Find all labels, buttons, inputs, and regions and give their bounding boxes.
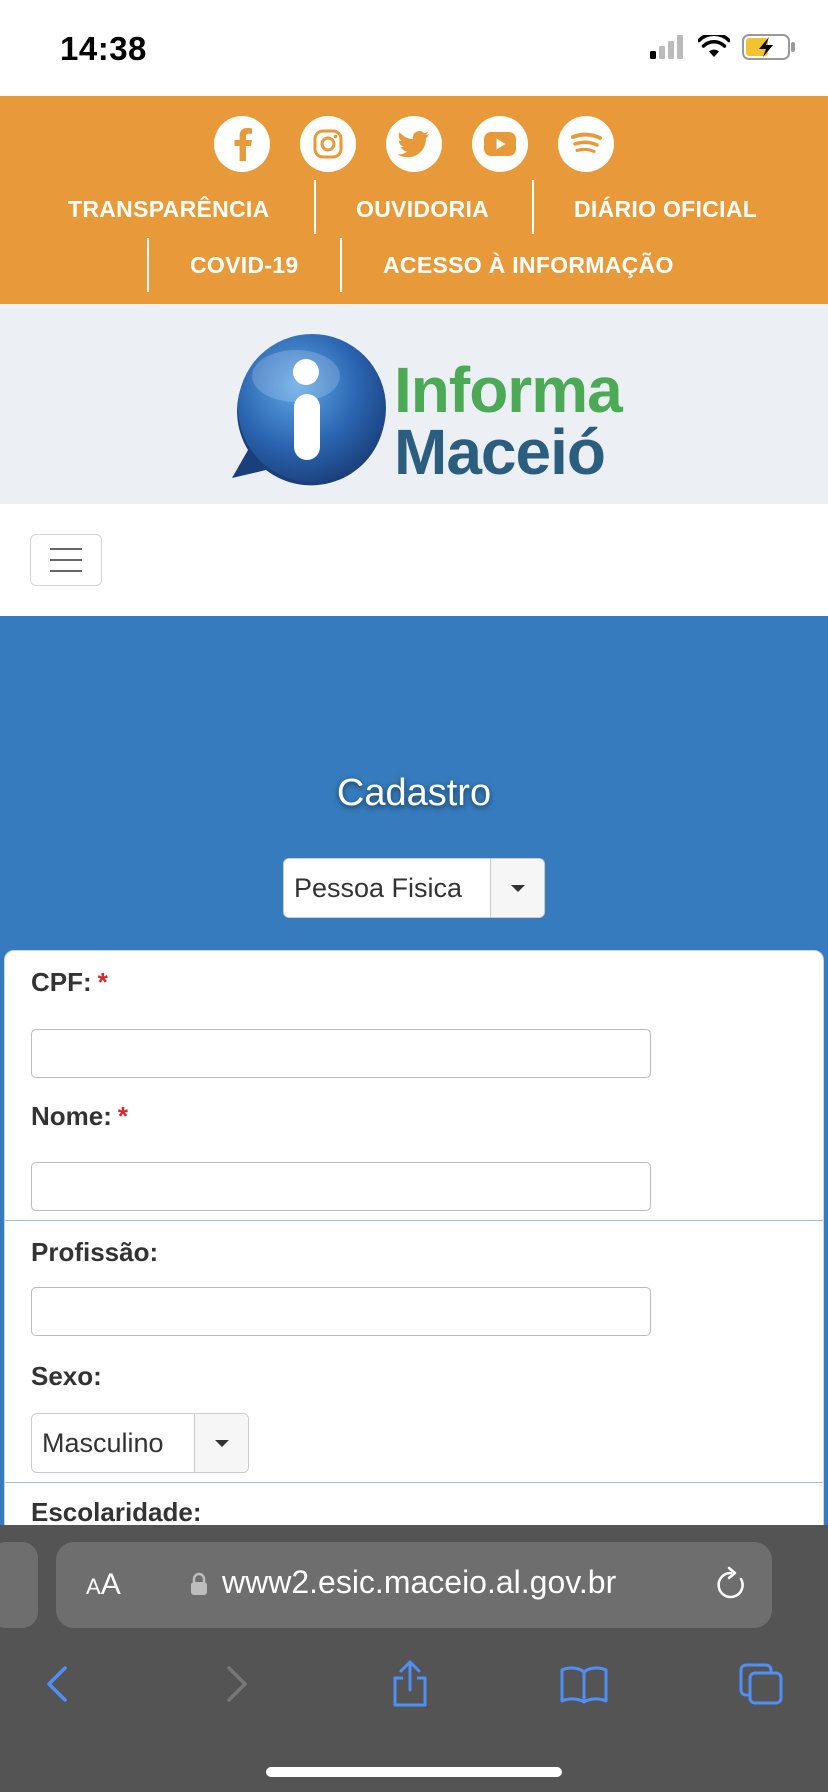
nav-divider [314,180,316,234]
tabs-icon [739,1663,783,1705]
spotify-link[interactable] [558,116,614,172]
section-divider [5,1482,823,1483]
facebook-icon [234,128,252,161]
nome-label: Nome: * [31,1101,128,1132]
previous-tab-preview[interactable] [0,1542,38,1628]
reload-icon[interactable] [714,1566,748,1602]
lock-icon [191,1572,207,1595]
browser-toolbar: AA www2.esic.maceio.al.gov.br [0,1525,828,1792]
nav-ouvidoria[interactable]: OUVIDORIA [356,196,489,223]
status-time: 14:38 [60,30,147,67]
caret-down-icon [510,884,525,892]
menu-bar [0,504,828,616]
dropdown-arrow[interactable] [490,859,544,917]
logo-text-maceio: Maceió [394,416,606,488]
dropdown-arrow[interactable] [194,1414,248,1472]
registration-form: CPF: * Nome: * Profissão: Sexo: Masculino … [4,950,824,1570]
person-type-select[interactable]: Pessoa Fisica [283,858,545,918]
person-type-value: Pessoa Fisica [294,872,463,903]
required-mark: * [97,967,108,997]
nav-divider [340,238,342,292]
youtube-link[interactable] [472,116,528,172]
back-chevron-icon [47,1666,67,1702]
instagram-link[interactable] [300,116,356,172]
profissao-label: Profissão: [31,1237,159,1267]
book-icon [560,1666,608,1704]
section-divider [5,1220,823,1221]
logo-text-informa: Informa [394,354,623,426]
aa-large: A [100,1568,121,1601]
share-button[interactable] [385,1659,435,1709]
logo-banner: Informa Maceió [0,304,828,504]
forward-button[interactable] [212,1659,262,1709]
cpf-input[interactable] [31,1029,651,1078]
tabs-button[interactable] [736,1659,786,1709]
sexo-label: Sexo: [31,1361,102,1391]
nav-divider [147,238,149,292]
nome-label-text: Nome: [31,1101,112,1131]
twitter-link[interactable] [386,116,442,172]
address-bar[interactable]: AA www2.esic.maceio.al.gov.br [56,1542,772,1628]
nav-acesso-informacao[interactable]: ACESSO À INFORMAÇÃO [383,252,674,279]
escolaridade-label: Escolaridade: [31,1497,202,1527]
forward-chevron-icon [227,1666,247,1702]
status-bar: 14:38 [0,0,828,96]
nav-transparencia[interactable]: TRANSPARÊNCIA [68,196,270,223]
cellular-signal-icon [650,35,683,59]
social-links [0,116,828,172]
reader-settings-button[interactable]: AA [86,1568,121,1602]
required-mark: * [117,1101,129,1131]
cpf-label: CPF: * [31,967,108,998]
url-text: www2.esic.maceio.al.gov.br [222,1564,617,1600]
status-icons [650,32,796,62]
nav-diario-oficial[interactable]: DIÁRIO OFICIAL [574,196,757,223]
back-button[interactable] [32,1659,82,1709]
youtube-icon [484,132,516,156]
battery-charging-icon [742,34,795,60]
profissao-input[interactable] [31,1287,651,1336]
caret-down-icon [214,1439,229,1447]
page-title: Cadastro [336,772,492,814]
menu-toggle-button[interactable] [30,534,102,586]
nav-covid-19[interactable]: COVID-19 [190,252,298,279]
info-bubble-icon [232,334,386,486]
sexo-select[interactable]: Masculino [31,1413,249,1473]
site-logo[interactable]: Informa Maceió [226,330,636,490]
wifi-icon [698,35,730,57]
facebook-link[interactable] [214,116,270,172]
site-top-bar: TRANSPARÊNCIA OUVIDORIA DIÁRIO OFICIAL C… [0,96,828,304]
instagram-icon [313,129,343,159]
hamburger-icon-line [50,570,82,572]
spotify-icon [571,132,602,153]
browser-nav-row [0,1649,828,1719]
bookmarks-button[interactable] [559,1659,609,1709]
aa-small: A [86,1574,101,1599]
home-indicator [266,1767,562,1777]
nome-input[interactable] [31,1162,651,1211]
hamburger-icon-line [50,559,82,561]
nav-divider [532,180,534,234]
hamburger-icon [50,548,82,550]
share-icon [393,1660,427,1707]
sexo-value: Masculino [42,1427,164,1458]
cpf-label-text: CPF: [31,967,92,997]
twitter-icon [398,131,429,158]
